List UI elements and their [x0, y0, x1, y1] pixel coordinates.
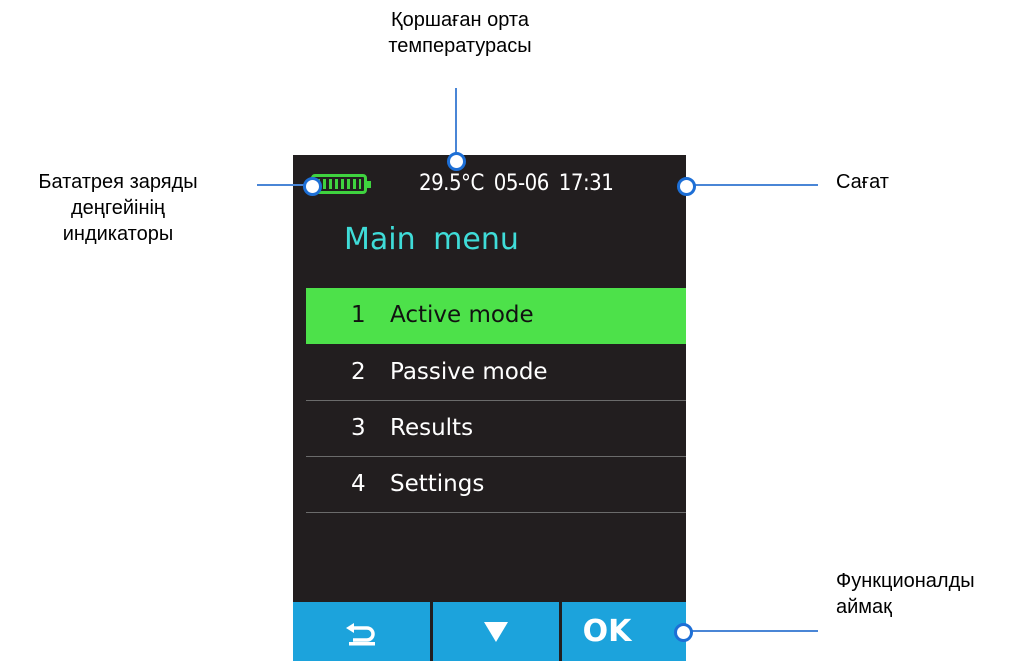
temperature-marker-dot — [447, 152, 466, 171]
menu-title: Main menu — [344, 222, 519, 257]
clock-callout-label: Сағат — [836, 171, 889, 193]
battery-callout-line-2: деңгейінің — [71, 197, 165, 219]
temperature-callout-line-2: температурасы — [388, 35, 532, 57]
menu-item-label: Results — [390, 415, 474, 441]
functional-callout-line-1: Функционалды — [836, 570, 975, 592]
clock-marker-dot — [677, 177, 696, 196]
menu-item-settings[interactable]: 4 Settings — [306, 457, 686, 513]
ok-button[interactable]: OK — [562, 602, 652, 661]
menu-item-label: Passive mode — [390, 359, 548, 385]
battery-callout-line-1: Бататрея заряды — [38, 171, 198, 193]
menu-item-passive-mode[interactable]: 2 Passive mode — [306, 345, 686, 401]
battery-marker-dot — [303, 177, 322, 196]
battery-callout-label: Бататрея заряды деңгейінің индикаторы — [2, 169, 234, 247]
functional-callout-line-2: аймақ — [836, 596, 892, 618]
battery-leader-line — [257, 184, 307, 186]
functional-leader-line — [685, 630, 818, 632]
menu-item-number: 2 — [351, 359, 366, 385]
device-screen: 29.5°C 05-06 17:31 Main menu 1 Active mode… — [293, 155, 686, 661]
temperature-callout-label: Қоршаған орта температурасы — [330, 7, 590, 59]
battery-callout-line-3: индикаторы — [62, 223, 174, 245]
functional-area-callout-label: Функционалды аймақ — [836, 568, 975, 620]
temperature-leader-line — [455, 88, 457, 160]
temperature-callout-line-1: Қоршаған орта — [391, 9, 529, 31]
menu-item-results[interactable]: 3 Results — [306, 401, 686, 457]
date-display: 05-06 — [493, 171, 550, 196]
function-bar: OK — [293, 602, 686, 661]
menu-item-active-mode[interactable]: 1 Active mode — [306, 288, 686, 344]
status-readout: 29.5°C 05-06 17:31 — [419, 171, 623, 196]
down-triangle-icon — [484, 621, 508, 642]
back-arrow-icon — [345, 622, 375, 645]
down-button[interactable] — [433, 602, 559, 661]
clock-leader-line — [690, 184, 818, 186]
ambient-temperature: 29.5°C — [419, 171, 484, 196]
menu-item-number: 1 — [351, 302, 366, 328]
menu-item-label: Settings — [390, 471, 485, 497]
menu-item-number: 4 — [351, 471, 366, 497]
functional-marker-dot — [674, 623, 693, 642]
back-button[interactable] — [293, 602, 430, 661]
menu-item-number: 3 — [351, 415, 366, 441]
status-bar: 29.5°C 05-06 17:31 — [293, 155, 686, 213]
menu-item-label: Active mode — [390, 302, 534, 328]
clock-display: 17:31 — [558, 171, 614, 196]
